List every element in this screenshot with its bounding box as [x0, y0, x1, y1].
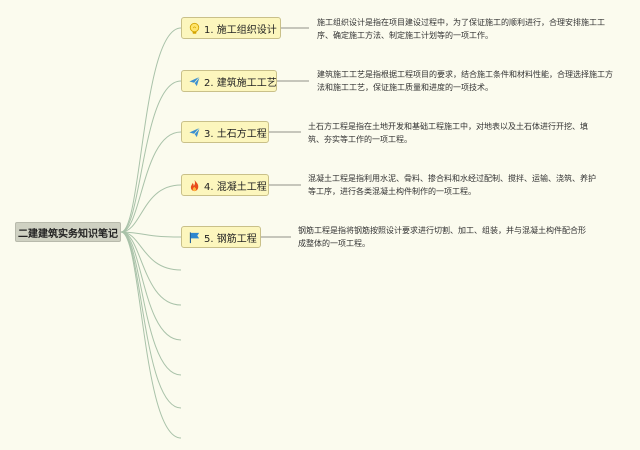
- topic-rebar-work[interactable]: 5. 钢筋工程: [181, 226, 261, 248]
- topic-description: 施工组织设计是指在项目建设过程中，为了保证施工的顺利进行，合理安排施工工序、确定…: [317, 18, 605, 40]
- branch-lines: [120, 27, 182, 439]
- paper-plane-icon: [188, 126, 201, 139]
- paper-plane-icon: [188, 75, 201, 88]
- fire-icon: [188, 179, 201, 192]
- topic-construction-technology[interactable]: 2. 建筑施工工艺: [181, 70, 277, 92]
- topic-description: 混凝土工程是指利用水泥、骨料、掺合料和水经过配制、搅拌、运输、浇筑、养护等工序，…: [308, 174, 596, 196]
- topic-label: 2. 建筑施工工艺: [204, 77, 277, 89]
- topic-label: 1. 施工组织设计: [204, 24, 277, 36]
- topic-description: 建筑施工工艺是指根据工程项目的要求，结合施工条件和材料性能，合理选择施工方法和施…: [317, 70, 613, 92]
- topic-concrete-work[interactable]: 4. 混凝土工程: [181, 174, 269, 196]
- topic-description: 土石方工程是指在土地开发和基础工程施工中，对地表以及土石体进行开挖、填筑、夯实等…: [308, 122, 588, 144]
- topic-label: 3. 土石方工程: [204, 128, 267, 140]
- root-topic[interactable]: 二建建筑实务知识笔记: [15, 222, 121, 242]
- bulb-icon: [188, 22, 201, 35]
- flag-icon: [188, 231, 201, 244]
- topic-earthwork[interactable]: 3. 土石方工程: [181, 121, 269, 143]
- branch-connector: [120, 27, 182, 233]
- topic-description: 钢筋工程是指将钢筋按照设计要求进行切割、加工、组装，并与混凝土构件配合形成整体的…: [298, 226, 586, 248]
- topic-construction-organization-design[interactable]: 1. 施工组织设计: [181, 17, 281, 39]
- topic-label: 4. 混凝土工程: [204, 181, 267, 193]
- empty-branch-connector: [120, 231, 182, 439]
- branch-connector: [120, 80, 182, 233]
- topic-label: 5. 钢筋工程: [204, 233, 257, 245]
